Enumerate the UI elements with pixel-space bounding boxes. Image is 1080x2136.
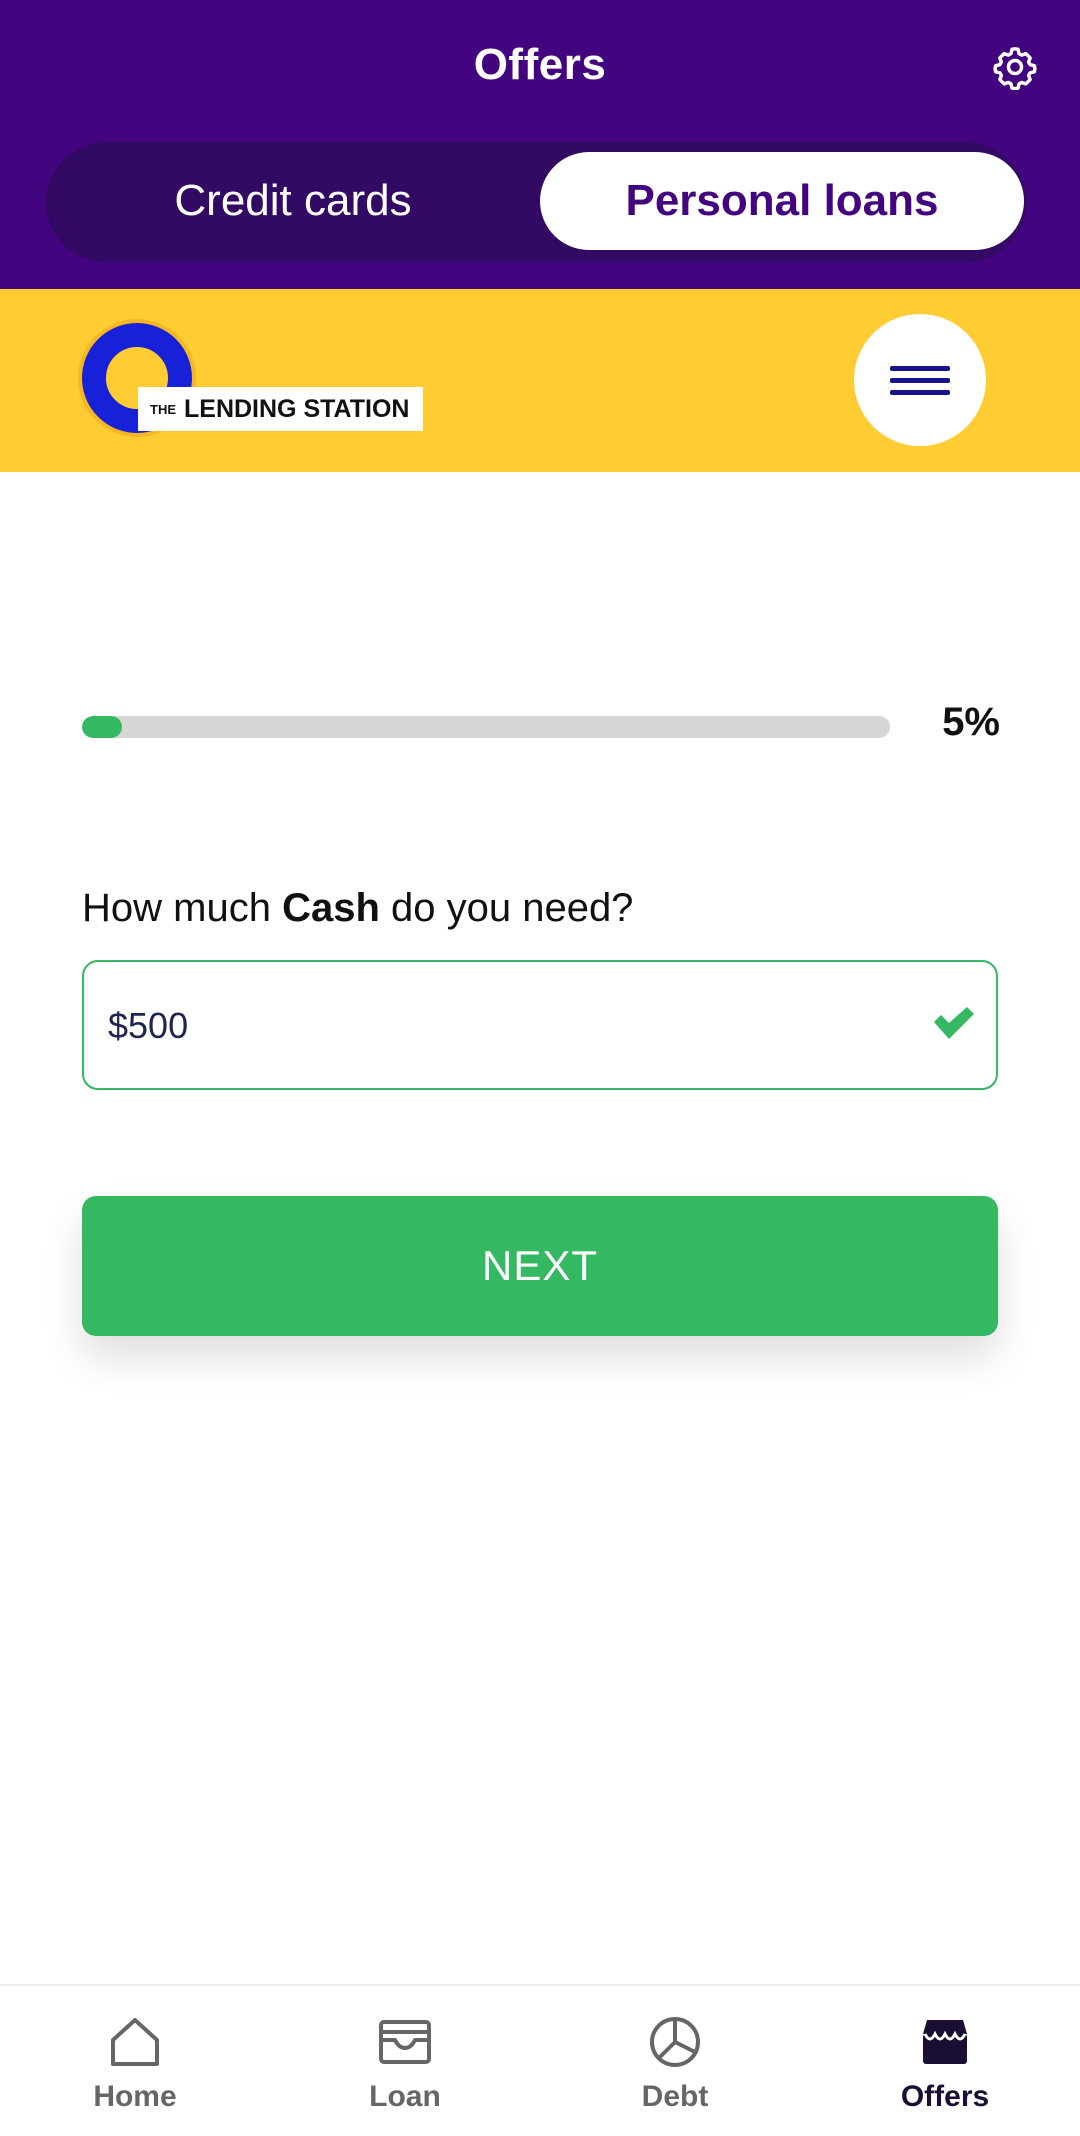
checkmark-icon (934, 1007, 974, 1039)
nav-home[interactable]: Home (0, 1986, 270, 2136)
settings-button[interactable] (990, 42, 1040, 92)
gear-icon (993, 47, 1037, 90)
cash-question: How much Cash do you need? (82, 886, 634, 930)
store-icon (923, 2020, 967, 2064)
cash-amount-input[interactable] (106, 962, 890, 1090)
app-header: Offers Credit cards Personal loans (0, 0, 1080, 289)
nav-label-home: Home (93, 2080, 177, 2113)
progress-bar (82, 716, 890, 738)
progress-fill (82, 716, 123, 738)
nav-label-offers: Offers (900, 2080, 990, 2113)
cash-amount-field[interactable] (82, 960, 998, 1090)
pie-chart-icon (650, 2017, 700, 2067)
wallet-icon (379, 2020, 431, 2064)
nav-loan[interactable]: Loan (270, 1986, 540, 2136)
bottom-navigation: Home Loan Debt Offers (0, 1984, 1080, 2136)
tab-credit-cards[interactable]: Credit cards (56, 152, 530, 250)
home-icon (111, 2018, 159, 2066)
nav-label-debt: Debt (641, 2080, 709, 2113)
offer-type-toggle: Credit cards Personal loans (46, 142, 1026, 262)
next-button[interactable]: NEXT (82, 1196, 998, 1336)
nav-label-loan: Loan (369, 2080, 441, 2113)
tab-personal-loans[interactable]: Personal loans (540, 152, 1024, 250)
hamburger-menu-icon (890, 359, 950, 402)
page-title: Offers (473, 40, 607, 89)
menu-button[interactable] (854, 314, 986, 446)
progress-percent: 5% (942, 700, 1000, 744)
lending-station-logo: THE LENDING STATION (78, 317, 458, 447)
nav-debt[interactable]: Debt (540, 1986, 810, 2136)
logo-wordmark: THE LENDING STATION (138, 387, 424, 431)
nav-offers[interactable]: Offers (810, 1986, 1080, 2136)
